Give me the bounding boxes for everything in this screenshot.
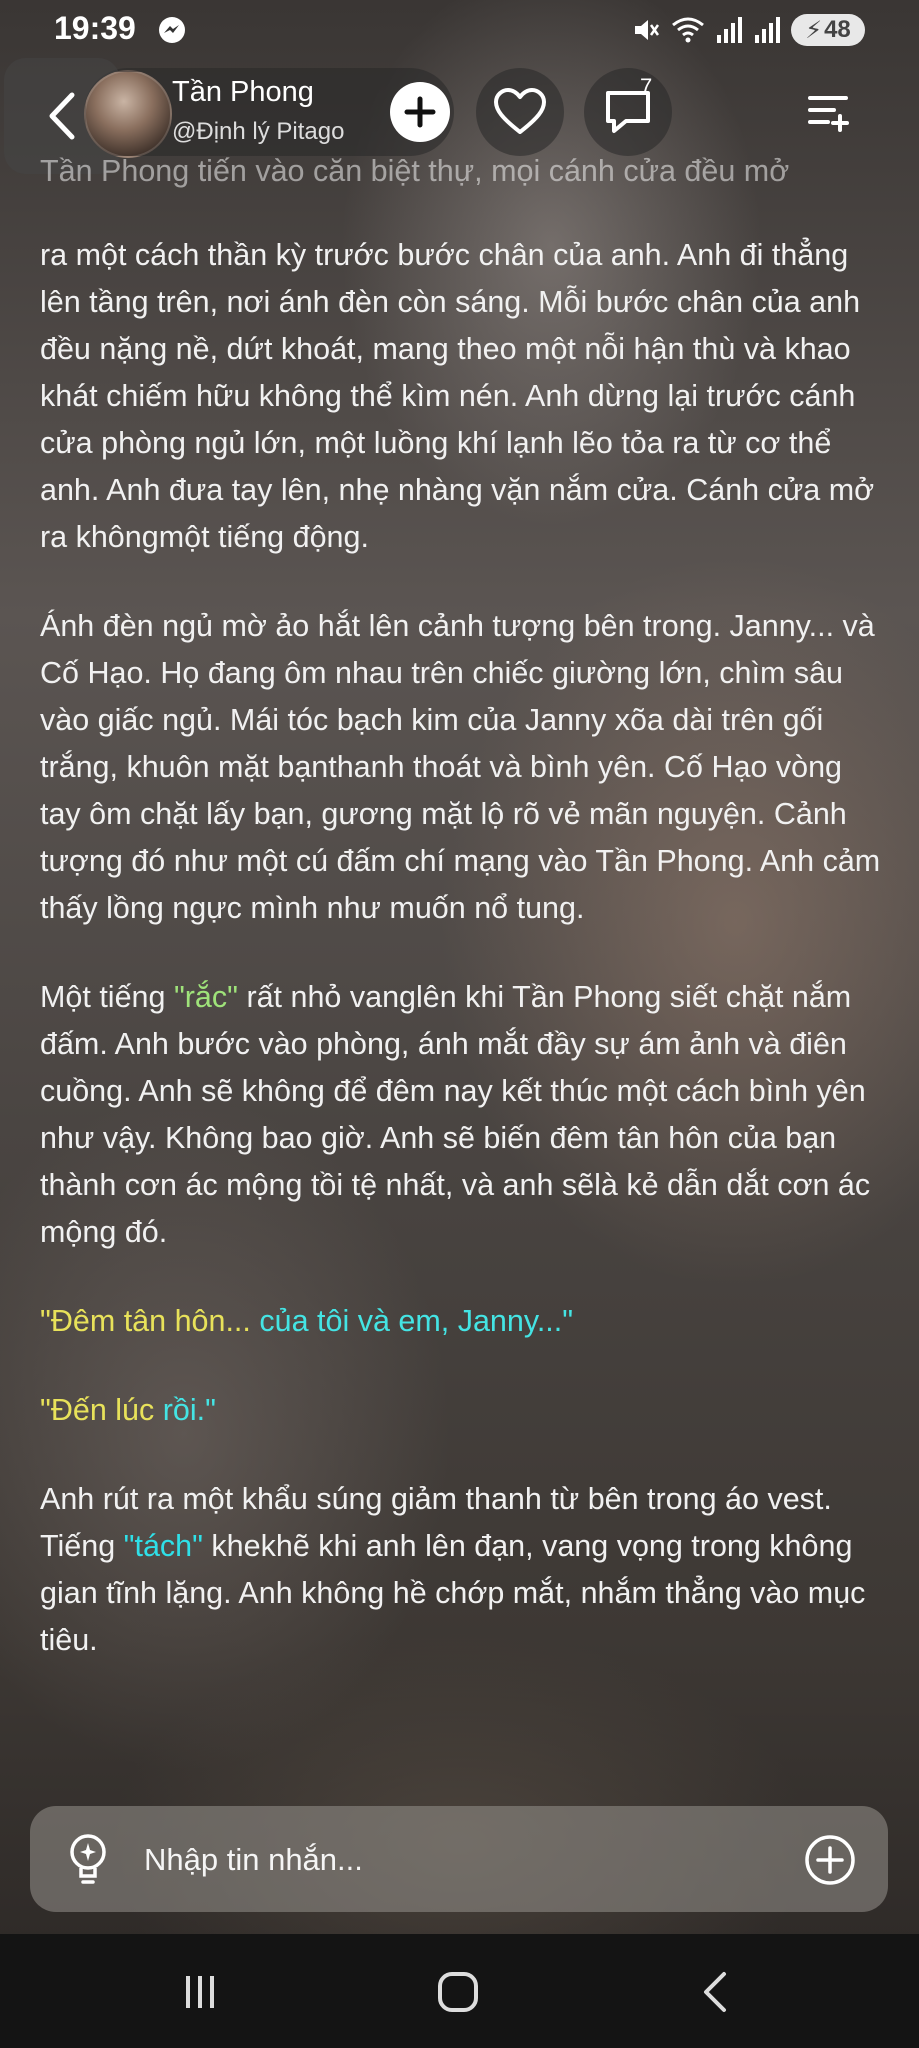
status-icons: ⚡ 48 bbox=[631, 14, 865, 46]
plus-icon bbox=[404, 96, 436, 128]
recent-apps-icon bbox=[186, 1976, 214, 2008]
follow-button[interactable] bbox=[390, 82, 450, 142]
heart-icon bbox=[494, 88, 546, 134]
nav-back-button[interactable] bbox=[676, 1960, 756, 2024]
story-paragraph: ra một cách thần kỳ trước bước chân của … bbox=[40, 232, 885, 561]
messenger-icon bbox=[159, 17, 185, 43]
plus-circle-icon[interactable] bbox=[804, 1834, 856, 1886]
battery-level: 48 bbox=[824, 16, 851, 43]
story-text: Tần Phong tiến vào căn biệt thự, mọi cán… bbox=[40, 154, 790, 188]
story-paragraph: Anh rút ra một khẩu súng giảm thanh từ b… bbox=[40, 1476, 885, 1664]
avatar[interactable] bbox=[84, 70, 172, 158]
message-input[interactable] bbox=[142, 1830, 786, 1890]
dialogue-text: "Đến lúc bbox=[40, 1393, 163, 1427]
dialogue-text: "Đêm tân hôn... bbox=[40, 1304, 251, 1338]
sound-highlight: "rắc" bbox=[173, 980, 238, 1014]
story-paragraph: Ánh đèn ngủ mờ ảo hắt lên cảnh tượng bên… bbox=[40, 603, 885, 932]
playlist-add-icon bbox=[808, 96, 849, 132]
story-text: rất nhỏ vanglên khi Tần Phong siết chặt … bbox=[40, 980, 871, 1249]
signal-icon bbox=[717, 17, 742, 43]
home-icon bbox=[438, 1972, 478, 2012]
lightbulb-icon[interactable] bbox=[64, 1832, 112, 1886]
wifi-icon bbox=[672, 17, 704, 43]
sound-highlight: "tách" bbox=[123, 1529, 203, 1563]
story-content: Tần Phong tiến vào căn biệt thự, mọi cán… bbox=[40, 154, 885, 1706]
comment-count: 7 bbox=[640, 74, 653, 99]
profile-handle: @Định lý Pitago bbox=[172, 118, 345, 145]
story-paragraph: Một tiếng "rắc" rất nhỏ vanglên khi Tần … bbox=[40, 974, 885, 1256]
mute-icon bbox=[635, 20, 660, 40]
battery-indicator: ⚡ 48 bbox=[791, 14, 865, 46]
dialogue-text: của tôi và em, Janny..." bbox=[250, 1304, 574, 1338]
signal-icon bbox=[755, 17, 780, 43]
story-text: Một tiếng bbox=[40, 980, 174, 1014]
dialogue-line: "Đêm tân hôn... của tôi và em, Janny..." bbox=[40, 1298, 885, 1345]
battery-charging-icon: ⚡ bbox=[805, 16, 823, 44]
dialogue-text: rồi." bbox=[162, 1393, 216, 1427]
home-button[interactable] bbox=[418, 1960, 498, 2024]
profile-name: Tần Phong bbox=[172, 76, 314, 108]
menu-button[interactable] bbox=[800, 82, 860, 142]
status-time: 19:39 bbox=[54, 10, 136, 46]
story-text: Ánh đèn ngủ mờ ảo hắt lên cảnh tượng bên… bbox=[40, 609, 881, 925]
story-text: ra một cách thần kỳ trước bước chân của … bbox=[40, 238, 875, 554]
dialogue-line: "Đến lúc rồi." bbox=[40, 1387, 885, 1434]
story-paragraph: Tần Phong tiến vào căn biệt thự, mọi cán… bbox=[40, 148, 885, 195]
back-icon bbox=[704, 1972, 726, 2012]
recent-apps-button[interactable] bbox=[160, 1960, 240, 2024]
comment-button[interactable] bbox=[584, 68, 672, 156]
chevron-left-icon bbox=[49, 92, 75, 140]
like-button[interactable] bbox=[476, 68, 564, 156]
